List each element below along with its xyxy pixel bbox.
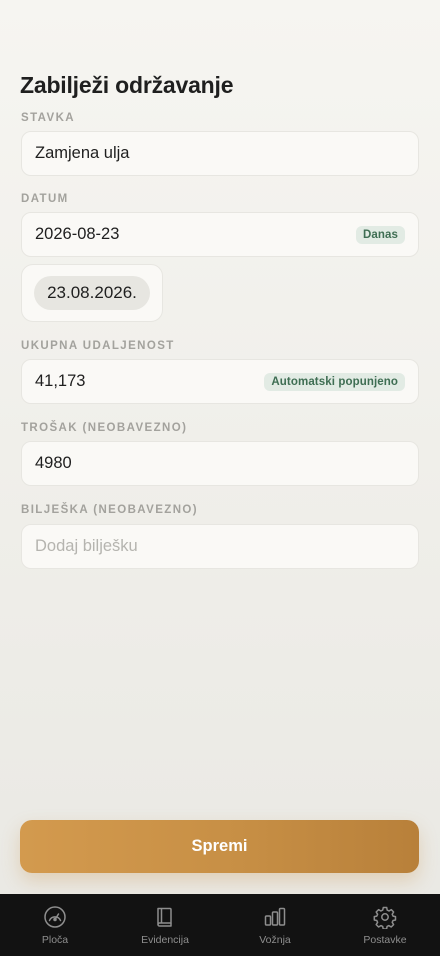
date-value: 2026-08-23: [35, 225, 120, 243]
date-picker-value[interactable]: 23.08.2026.: [34, 276, 150, 310]
note-label: BILJEŠKA (NEOBAVEZNO): [21, 504, 198, 516]
item-label: STAVKA: [21, 112, 75, 124]
date-field[interactable]: 2026-08-23 Danas: [21, 212, 419, 257]
note-field[interactable]: Dodaj bilješku: [21, 524, 419, 569]
page-title: Zabilježi održavanje: [20, 72, 234, 98]
gear-icon: [373, 906, 397, 929]
date-picker[interactable]: 23.08.2026.: [21, 264, 163, 322]
item-value: Zamjena ulja: [35, 144, 130, 162]
distance-label: UKUPNA UDALJENOST: [21, 340, 175, 352]
tab-dashboard[interactable]: Ploča: [0, 894, 110, 956]
tab-settings[interactable]: Postavke: [330, 894, 440, 956]
cost-field[interactable]: 4980: [21, 441, 419, 486]
today-badge[interactable]: Danas: [355, 225, 405, 244]
distance-field[interactable]: 41,173 Automatski popunjeno: [21, 359, 419, 404]
item-field[interactable]: Zamjena ulja: [21, 131, 419, 176]
book-icon: [157, 907, 172, 927]
distance-value: 41,173: [35, 372, 86, 390]
tab-records-label: Evidencija: [141, 934, 189, 946]
tab-records[interactable]: Evidencija: [110, 894, 220, 956]
note-placeholder: Dodaj bilješku: [35, 537, 138, 555]
cost-label: TROŠAK (NEOBAVEZNO): [21, 422, 188, 434]
bar-chart-icon: [264, 907, 286, 926]
tab-bar: Ploča Evidencija Vožnja Postavke: [0, 894, 440, 956]
autofilled-badge: Automatski popunjeno: [264, 372, 405, 391]
tab-settings-label: Postavke: [363, 934, 407, 946]
tab-driving-label: Vožnja: [259, 934, 291, 946]
cost-value: 4980: [35, 454, 72, 472]
save-button[interactable]: Spremi: [20, 820, 419, 873]
date-label: DATUM: [21, 193, 69, 205]
tab-dashboard-label: Ploča: [41, 934, 69, 946]
speedometer-icon: [44, 906, 66, 928]
tab-driving[interactable]: Vožnja: [220, 894, 330, 956]
